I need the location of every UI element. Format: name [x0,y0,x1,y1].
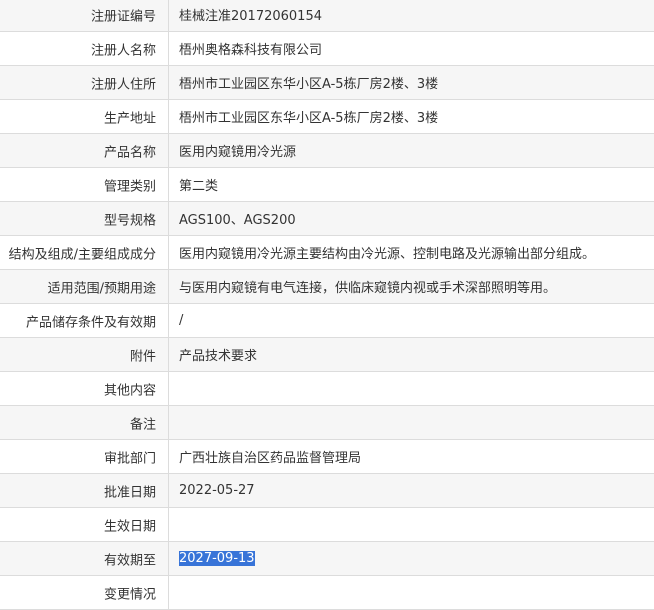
row-registration-number: 注册证编号 桂械注准20172060154 [0,0,654,32]
registration-detail-table: 注册证编号 桂械注准20172060154 注册人名称 梧州奥格森科技有限公司 … [0,0,654,610]
row-label: 审批部门 [103,451,156,466]
row-label: 附件 [129,349,156,364]
row-value: 医用内窥镜用冷光源 [179,145,297,160]
row-value: 与医用内窥镜有电气连接，供临床窥镜内视或手术深部照明等用。 [179,281,557,296]
row-other-content: 其他内容 [0,372,654,406]
row-value: / [179,313,184,328]
row-attachment: 附件 产品技术要求 [0,338,654,372]
row-value: 医用内窥镜用冷光源主要结构由冷光源、控制电路及光源输出部分组成。 [179,247,596,262]
row-label: 备注 [129,417,156,432]
row-value: 梧州奥格森科技有限公司 [179,43,323,58]
row-label: 注册证编号 [90,9,156,24]
selected-text[interactable]: 2027-09-13 [179,551,255,566]
row-intended-use: 适用范围/预期用途 与医用内窥镜有电气连接，供临床窥镜内视或手术深部照明等用。 [0,270,654,304]
row-management-category: 管理类别 第二类 [0,168,654,202]
row-effective-date: 生效日期 [0,508,654,542]
row-label: 其他内容 [103,383,156,398]
row-value: AGS100、AGS200 [179,213,296,228]
row-registrant-name: 注册人名称 梧州奥格森科技有限公司 [0,32,654,66]
row-storage-validity: 产品储存条件及有效期 / [0,304,654,338]
row-structure-composition: 结构及组成/主要组成成分 医用内窥镜用冷光源主要结构由冷光源、控制电路及光源输出… [0,236,654,270]
row-label: 产品名称 [103,145,156,160]
row-label: 注册人住所 [90,77,156,92]
row-production-address: 生产地址 梧州市工业园区东华小区A-5栋厂房2楼、3楼 [0,100,654,134]
row-label: 批准日期 [103,485,156,500]
row-change-status: 变更情况 [0,576,654,610]
row-value: 第二类 [179,179,219,194]
row-label: 有效期至 [103,553,156,568]
row-label: 注册人名称 [90,43,156,58]
row-value: 2022-05-27 [179,483,255,498]
row-registrant-address: 注册人住所 梧州市工业园区东华小区A-5栋厂房2楼、3楼 [0,66,654,100]
row-value: 梧州市工业园区东华小区A-5栋厂房2楼、3楼 [179,111,439,126]
row-label: 型号规格 [103,213,156,228]
row-label: 适用范围/预期用途 [47,281,156,296]
row-valid-until: 有效期至 2027-09-13 [0,542,654,576]
row-label: 产品储存条件及有效期 [25,315,156,330]
row-remarks: 备注 [0,406,654,440]
row-label: 变更情况 [103,587,156,602]
row-value: 梧州市工业园区东华小区A-5栋厂房2楼、3楼 [179,77,439,92]
row-label: 管理类别 [103,179,156,194]
row-approval-date: 批准日期 2022-05-27 [0,474,654,508]
row-model-spec: 型号规格 AGS100、AGS200 [0,202,654,236]
row-label: 生效日期 [103,519,156,534]
row-label: 生产地址 [103,111,156,126]
row-product-name: 产品名称 医用内窥镜用冷光源 [0,134,654,168]
row-value: 广西壮族自治区药品监督管理局 [179,451,362,466]
row-label: 结构及组成/主要组成成分 [8,247,156,262]
row-value: 桂械注准20172060154 [179,9,322,24]
row-value: 产品技术要求 [179,349,258,364]
row-approval-department: 审批部门 广西壮族自治区药品监督管理局 [0,440,654,474]
